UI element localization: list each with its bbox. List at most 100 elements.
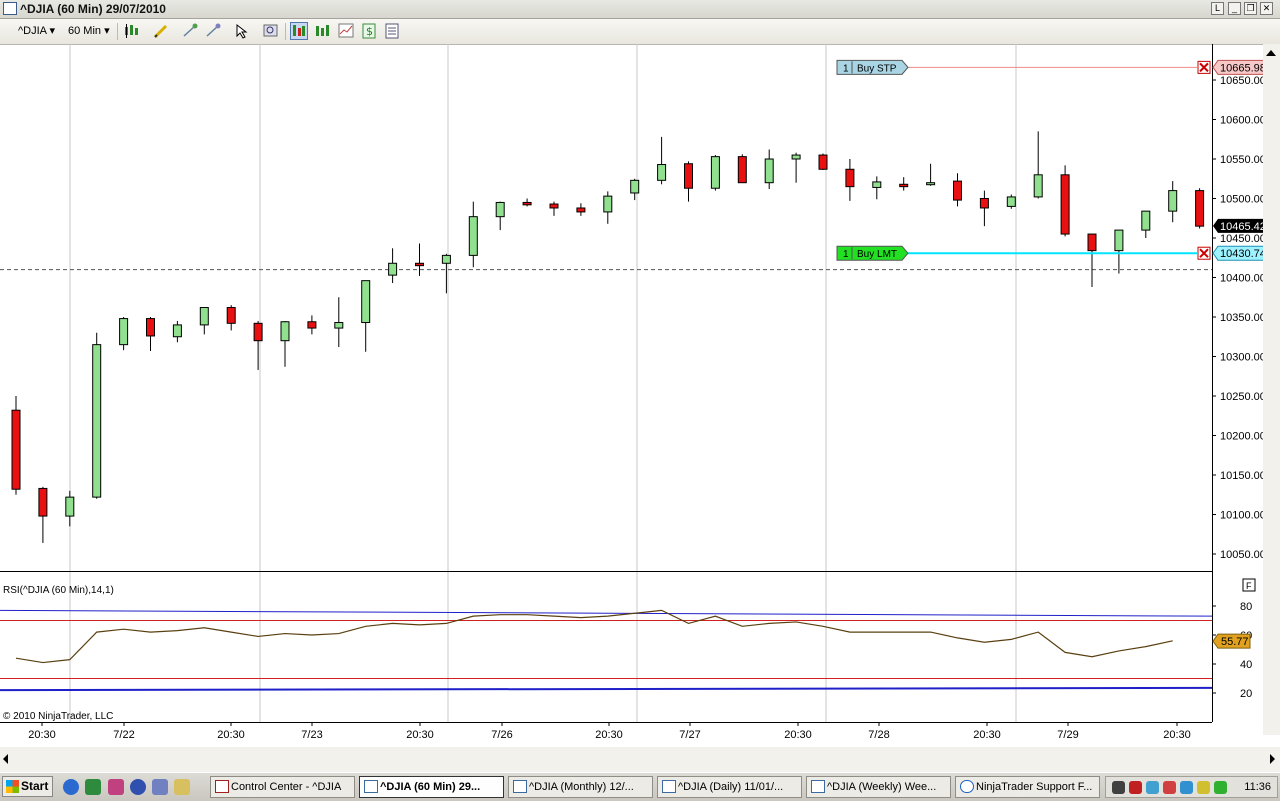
- candlestick: [979, 190, 989, 227]
- link-button[interactable]: L: [1211, 2, 1224, 15]
- candlestick: [818, 153, 828, 171]
- chevron-down-icon: ▾: [104, 25, 110, 37]
- candle-body: [280, 321, 290, 342]
- zoom-icon[interactable]: [262, 22, 280, 40]
- panel-f-button[interactable]: F: [1242, 578, 1256, 592]
- price-marker-icon[interactable]: [290, 22, 308, 40]
- vertical-scrollbar[interactable]: [1263, 44, 1280, 735]
- order-lines[interactable]: 1 Buy STP 10665.98 1 Buy LMT 10430.74: [836, 59, 1268, 261]
- task-control-center[interactable]: Control Center - ^DJIA: [210, 776, 355, 798]
- candle-body: [710, 156, 720, 189]
- candle-body: [657, 164, 667, 181]
- messenger-icon[interactable]: [1180, 781, 1193, 794]
- price-tick-label: 10050.00: [1220, 549, 1266, 561]
- close-button[interactable]: ✕: [1260, 2, 1273, 15]
- price-tick-label: 10250.00: [1220, 391, 1266, 403]
- rsi-bottom-border: [0, 722, 1212, 723]
- candle-body: [1006, 196, 1016, 207]
- candle-body: [737, 156, 747, 184]
- price-tick-label: 10600.00: [1220, 115, 1266, 127]
- time-tick-label: 7/22: [113, 729, 134, 741]
- time-tick-label: 20:30: [406, 729, 434, 741]
- chevron-down-icon: ▾: [49, 25, 55, 37]
- candle-body: [119, 318, 129, 346]
- candle-body: [307, 321, 317, 329]
- restore-button[interactable]: ❐: [1244, 2, 1257, 15]
- time-axis[interactable]: 20:30 7/22 20:30 7/23 20:30 7/26 20:30 7/27 20:3…: [28, 722, 1191, 741]
- price-tick-label: 10650.00: [1220, 75, 1266, 87]
- candlestick: [1141, 210, 1151, 238]
- power-icon[interactable]: [1197, 781, 1210, 794]
- candlestick: [92, 332, 102, 499]
- task-djia-daily[interactable]: ^DJIA (Daily) 11/01/...: [657, 776, 802, 798]
- price-panel[interactable]: [0, 44, 1213, 723]
- browser-icon[interactable]: [63, 779, 79, 795]
- font-icon[interactable]: [152, 779, 168, 795]
- properties-icon[interactable]: [383, 22, 401, 40]
- rsi-band-line: [0, 609, 1213, 617]
- close-icon[interactable]: [1197, 60, 1211, 74]
- time-tick-label: 7/23: [301, 729, 322, 741]
- horizontal-scrollbar[interactable]: [0, 747, 1280, 772]
- task-djia-weekly[interactable]: ^DJIA (Weekly) Wee...: [806, 776, 951, 798]
- current-price-label: 10465.42: [1220, 221, 1266, 233]
- bar-icon[interactable]: [181, 22, 199, 40]
- candle-body: [522, 201, 532, 206]
- spreadsheet-icon[interactable]: [85, 779, 101, 795]
- close-icon[interactable]: [1197, 246, 1211, 260]
- instrument-selector[interactable]: ^DJIA ▾: [18, 23, 55, 39]
- security-icon[interactable]: [1129, 781, 1142, 794]
- cursor-icon[interactable]: [233, 22, 251, 40]
- rsi-panel[interactable]: 8060402055.77: [0, 601, 1252, 700]
- buy-limit-order[interactable]: 1 Buy LMT 10430.74: [836, 245, 1268, 261]
- task-support-forum[interactable]: NinjaTrader Support F...: [955, 776, 1100, 798]
- sync-icon[interactable]: [1146, 781, 1159, 794]
- panel-divider: [0, 571, 1212, 572]
- candle-body: [1033, 174, 1043, 198]
- price-tick-label: 10400.00: [1220, 273, 1266, 285]
- order-qty: 1: [843, 63, 849, 74]
- price-tick-label: 10300.00: [1220, 352, 1266, 364]
- candle-body: [1195, 190, 1205, 227]
- time-tick-label: 7/28: [868, 729, 889, 741]
- candlestick: [119, 317, 129, 351]
- spark-icon[interactable]: [204, 22, 222, 40]
- updater-icon[interactable]: [1163, 781, 1176, 794]
- pencil-icon[interactable]: [152, 22, 170, 40]
- candle-body: [172, 324, 182, 338]
- ninjatrader-icon: [215, 780, 229, 793]
- candlestick: [953, 173, 962, 207]
- interval-selector[interactable]: 60 Min ▾: [68, 23, 110, 39]
- folder-icon[interactable]: [174, 779, 190, 795]
- task-djia-monthly[interactable]: ^DJIA (Monthly) 12/...: [508, 776, 653, 798]
- order-label: Buy STP: [857, 63, 897, 74]
- rsi-tick-label: 20: [1240, 688, 1252, 700]
- candle-body: [603, 195, 613, 213]
- indicator-icon[interactable]: [314, 22, 332, 40]
- candlestick: [415, 243, 424, 276]
- network-icon[interactable]: [1112, 781, 1125, 794]
- candlestick: [146, 317, 155, 351]
- candlestick-icon[interactable]: [123, 22, 141, 40]
- app-icon[interactable]: [108, 779, 124, 795]
- candle-body: [926, 182, 936, 186]
- candle-body: [953, 180, 962, 201]
- candlestick: [388, 248, 398, 284]
- price-tick-label: 10450.00: [1220, 233, 1266, 245]
- price-tick-label: 10200.00: [1220, 431, 1266, 443]
- candlestick: [253, 320, 263, 370]
- buy-stop-order[interactable]: 1 Buy STP 10665.98: [836, 59, 1268, 75]
- signal-icon[interactable]: [1214, 781, 1227, 794]
- price-chart[interactable]: 1 Buy STP 10665.98 1 Buy LMT 10430.74 10650.0…: [0, 44, 1280, 772]
- order-price-marker: 10665.98: [1212, 59, 1268, 75]
- dollar-icon[interactable]: $: [360, 22, 378, 40]
- media-icon[interactable]: [130, 779, 146, 795]
- candle-body: [576, 207, 586, 213]
- strategy-icon[interactable]: [337, 22, 355, 40]
- candle-body: [468, 216, 478, 256]
- task-djia-60min[interactable]: ^DJIA (60 Min) 29...: [359, 776, 504, 798]
- minimize-button[interactable]: _: [1228, 2, 1241, 15]
- price-axis[interactable]: 10650.00 10600.00 10550.00 10500.00 10450.00…: [1212, 75, 1267, 561]
- candlestick: [307, 315, 317, 335]
- start-button[interactable]: Start: [2, 776, 53, 797]
